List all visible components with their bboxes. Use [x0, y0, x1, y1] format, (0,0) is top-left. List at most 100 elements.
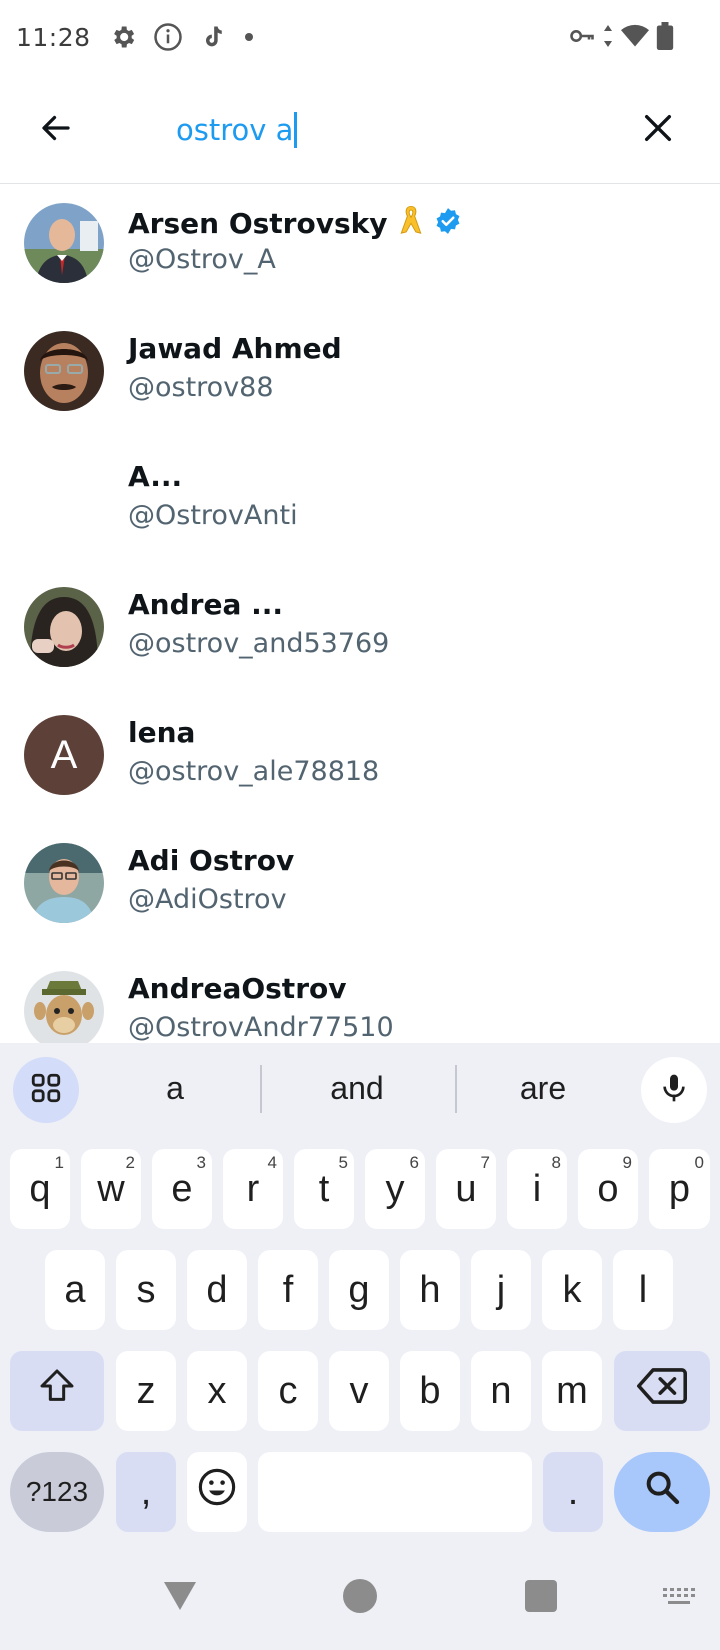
text-caret	[294, 112, 298, 148]
shift-arrow-icon	[35, 1366, 79, 1416]
key-u[interactable]: u7	[436, 1149, 496, 1229]
key-label: w	[97, 1167, 125, 1210]
result-handle: @ostrov_ale78818	[128, 756, 380, 787]
result-handle: @OstrovAnti	[128, 500, 298, 531]
result-handle: @ostrov88	[128, 372, 274, 403]
search-key[interactable]	[614, 1452, 710, 1532]
suggestion-3[interactable]: are	[468, 1063, 618, 1113]
smiley-icon	[196, 1466, 238, 1518]
key-hint: 1	[54, 1153, 64, 1172]
search-header: ostrov a	[0, 74, 720, 184]
key-c[interactable]: c	[258, 1351, 318, 1431]
search-input[interactable]: ostrov a	[176, 104, 596, 156]
back-triangle-icon[interactable]	[160, 1578, 200, 1619]
backspace-key[interactable]	[614, 1351, 710, 1431]
key-l[interactable]: l	[613, 1250, 673, 1330]
key-n[interactable]: n	[471, 1351, 531, 1431]
avatar[interactable]	[24, 587, 104, 667]
result-name: Jawad Ahmed	[128, 332, 342, 365]
verified-icon	[434, 207, 462, 240]
period-key[interactable]: .	[543, 1452, 603, 1532]
result-row[interactable]: Andrea ... @ostrov_and53769	[0, 568, 720, 696]
suggestion-2[interactable]: and	[272, 1063, 442, 1113]
backspace-icon	[637, 1366, 687, 1416]
avatar[interactable]: A	[24, 715, 104, 795]
key-e[interactable]: e3	[152, 1149, 212, 1229]
key-i[interactable]: i8	[507, 1149, 567, 1229]
close-icon	[641, 111, 675, 150]
voice-input-button[interactable]	[641, 1057, 707, 1123]
result-name: Andrea ...	[128, 588, 283, 621]
key-hint: 4	[267, 1153, 277, 1172]
key-r[interactable]: r4	[223, 1149, 283, 1229]
dot-icon	[243, 31, 255, 43]
key-w[interactable]: w2	[81, 1149, 141, 1229]
avatar[interactable]	[24, 971, 104, 1044]
result-name: Adi Ostrov	[128, 844, 295, 877]
key-a[interactable]: a	[45, 1250, 105, 1330]
battery-icon	[656, 22, 674, 55]
status-time: 11:28	[16, 22, 91, 52]
result-handle: @Ostrov_A	[128, 244, 276, 275]
key-hint: 7	[480, 1153, 490, 1172]
info-icon	[153, 22, 183, 52]
search-results-list: Arsen Ostrovsky @Ostrov_A Jawad Ahmed @o…	[0, 184, 720, 1044]
result-name: AndreaOstrov	[128, 972, 347, 1005]
clear-search-button[interactable]	[632, 104, 684, 156]
result-name: Arsen Ostrovsky	[128, 207, 388, 240]
key-label: q	[29, 1167, 51, 1210]
result-row[interactable]: AndreaOstrov @OstrovAndr77510	[0, 952, 720, 1044]
wifi-icon	[620, 22, 650, 55]
symbols-key[interactable]: ?123	[10, 1452, 104, 1532]
back-button[interactable]	[30, 104, 82, 156]
key-hint: 5	[338, 1153, 348, 1172]
comma-key[interactable]: ,	[116, 1452, 176, 1532]
key-v[interactable]: v	[329, 1351, 389, 1431]
key-b[interactable]: b	[400, 1351, 460, 1431]
suggestion-divider	[455, 1065, 457, 1113]
key-z[interactable]: z	[116, 1351, 176, 1431]
shift-key[interactable]	[10, 1351, 104, 1431]
key-p[interactable]: p0	[649, 1149, 710, 1229]
avatar[interactable]	[24, 843, 104, 923]
key-h[interactable]: h	[400, 1250, 460, 1330]
key-q[interactable]: q1	[10, 1149, 70, 1229]
result-row[interactable]: A lena @ostrov_ale78818	[0, 696, 720, 824]
key-hint: 9	[622, 1153, 632, 1172]
result-handle: @OstrovAndr77510	[128, 1012, 394, 1043]
key-m[interactable]: m	[542, 1351, 602, 1431]
key-x[interactable]: x	[187, 1351, 247, 1431]
key-label: t	[318, 1167, 330, 1210]
result-handle: @ostrov_and53769	[128, 628, 390, 659]
keyboard-apps-button[interactable]	[13, 1057, 79, 1123]
key-t[interactable]: t5	[294, 1149, 354, 1229]
keyboard-switch-icon[interactable]	[662, 1586, 696, 1615]
emoji-key[interactable]	[187, 1452, 247, 1532]
status-bar: 11:28	[0, 0, 720, 74]
key-f[interactable]: f	[258, 1250, 318, 1330]
key-y[interactable]: y6	[365, 1149, 425, 1229]
key-k[interactable]: k	[542, 1250, 602, 1330]
key-g[interactable]: g	[329, 1250, 389, 1330]
space-key[interactable]	[258, 1452, 532, 1532]
key-label: e	[171, 1167, 193, 1210]
result-row[interactable]: Arsen Ostrovsky @Ostrov_A	[0, 184, 720, 312]
navigation-bar	[0, 1550, 720, 1650]
recents-square-icon[interactable]	[524, 1579, 558, 1618]
key-hint: 2	[125, 1153, 135, 1172]
avatar[interactable]	[24, 203, 104, 283]
key-o[interactable]: o9	[578, 1149, 638, 1229]
result-row[interactable]: Jawad Ahmed @ostrov88	[0, 312, 720, 440]
key-d[interactable]: d	[187, 1250, 247, 1330]
home-circle-icon[interactable]	[342, 1578, 378, 1619]
key-j[interactable]: j	[471, 1250, 531, 1330]
result-handle: @AdiOstrov	[128, 884, 287, 915]
avatar[interactable]	[24, 331, 104, 411]
key-s[interactable]: s	[116, 1250, 176, 1330]
microphone-icon	[658, 1071, 690, 1110]
result-name: A...	[128, 460, 183, 493]
result-row[interactable]: Adi Ostrov @AdiOstrov	[0, 824, 720, 952]
suggestion-1[interactable]: a	[100, 1063, 250, 1113]
result-row[interactable]: A... @OstrovAnti	[0, 440, 720, 568]
music-note-icon	[199, 23, 227, 51]
